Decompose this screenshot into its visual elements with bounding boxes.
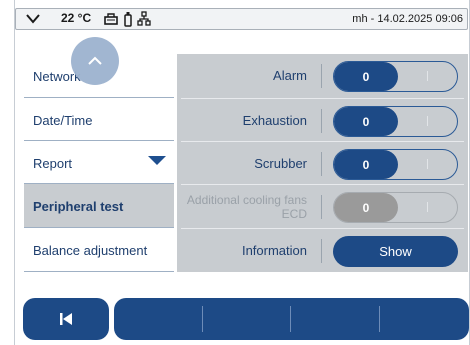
back-button[interactable]	[23, 298, 109, 340]
toggle-knob: 0	[334, 150, 398, 179]
menu-item-balance-adjustment[interactable]: Balance adjustment	[24, 228, 174, 272]
row-divider	[321, 109, 322, 133]
menu-item-label: Date/Time	[33, 112, 93, 128]
peripheral-row-scrubber: Scrubber 0	[177, 142, 468, 186]
cooling-fans-toggle: 0	[333, 192, 458, 223]
peripheral-row-alarm: Alarm 0	[177, 54, 468, 98]
peripheral-row-exhaustion: Exhaustion 0	[177, 99, 468, 143]
menu-item-label: Report	[33, 155, 73, 171]
menu-item-label: Balance adjustment	[33, 242, 148, 258]
function-key-divider	[379, 306, 380, 332]
menu-divider	[24, 271, 174, 272]
information-label: Information	[241, 243, 307, 258]
bottom-navigation-bar	[23, 298, 469, 340]
toggle-knob: 0	[334, 62, 398, 91]
network-icon	[137, 11, 151, 26]
printer-icon	[104, 13, 118, 25]
toggle-tick	[427, 116, 428, 126]
peripheral-label: Additional cooling fans ECD	[186, 193, 307, 221]
dropdown-arrow-icon[interactable]	[148, 156, 166, 165]
toggle-tick	[427, 202, 428, 212]
row-divider	[321, 152, 322, 176]
menu-item-peripheral-test[interactable]: Peripheral test	[24, 184, 174, 228]
bottle-icon	[124, 12, 132, 27]
function-key-divider	[202, 306, 203, 332]
alarm-toggle[interactable]: 0	[333, 61, 458, 92]
scrubber-toggle[interactable]: 0	[333, 149, 458, 180]
function-key-divider	[290, 306, 291, 332]
exhaustion-toggle[interactable]: 0	[333, 106, 458, 137]
scroll-up-button[interactable]	[71, 37, 119, 85]
peripheral-label: Exhaustion	[242, 113, 307, 128]
user-datetime: mh - 14.02.2025 09:06	[352, 13, 463, 25]
toggle-tick	[427, 71, 428, 81]
menu-item-label: Peripheral test	[33, 198, 124, 214]
peripheral-row-additional-cooling-fans: Additional cooling fans ECD 0	[177, 185, 468, 229]
toggle-tick	[427, 159, 428, 169]
function-key-strip[interactable]	[114, 298, 469, 340]
skip-back-icon	[60, 313, 72, 325]
menu-item-date-time[interactable]: Date/Time	[24, 98, 174, 142]
status-bar: 22 °C mh - 14.02.2025 09:06	[15, 8, 468, 30]
peripheral-row-information: Information Show	[177, 229, 468, 273]
chevron-up-icon	[88, 56, 102, 65]
row-divider	[321, 195, 322, 219]
toggle-knob: 0	[334, 107, 398, 136]
peripheral-label: Scrubber	[254, 156, 307, 171]
show-information-button[interactable]: Show	[333, 236, 458, 267]
row-divider	[321, 239, 322, 263]
toggle-knob: 0	[334, 193, 398, 222]
peripheral-label: Alarm	[273, 68, 307, 83]
temperature-readout: 22 °C	[61, 11, 92, 25]
row-divider	[321, 64, 322, 88]
chevron-down-icon[interactable]	[24, 10, 42, 28]
